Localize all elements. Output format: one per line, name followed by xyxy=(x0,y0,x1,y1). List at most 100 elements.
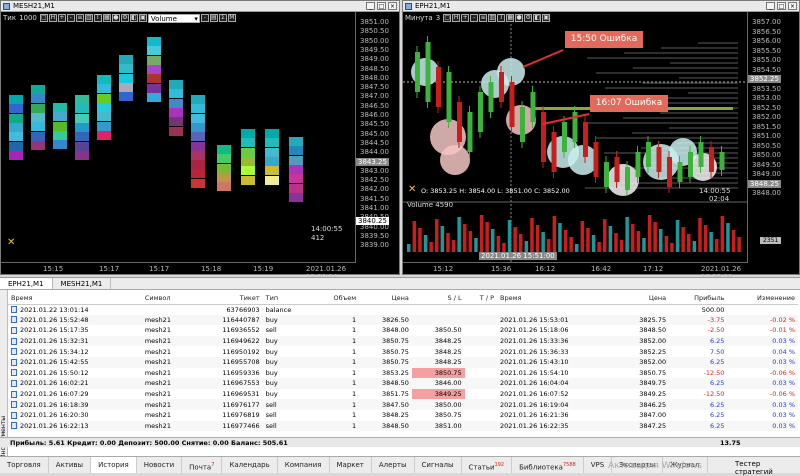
column-header[interactable]: Объем xyxy=(313,292,360,305)
column-header[interactable]: T / P xyxy=(464,292,497,305)
footprint-cell xyxy=(147,92,161,102)
column-header[interactable]: Тикет xyxy=(193,292,263,305)
footprint-cell xyxy=(191,95,205,104)
crosshair-icon[interactable]: ✕ xyxy=(408,184,416,195)
table-cell-type: buy xyxy=(265,347,278,356)
toolbox-tab[interactable]: Торговля xyxy=(0,457,49,473)
close-icon[interactable]: × xyxy=(788,2,797,10)
chart-tab[interactable]: EPH21,M1 xyxy=(0,278,53,289)
tf-value[interactable]: 1000 xyxy=(19,14,37,22)
toolbox-tab[interactable]: Статьи192 xyxy=(462,457,513,473)
volume-bar xyxy=(407,244,411,252)
table-row[interactable]: 2021.01.26 15:32:31 mesh21 116949622 buy 1 38… xyxy=(8,335,798,347)
column-header[interactable]: Время xyxy=(497,292,617,305)
toolbox-tab[interactable]: Компания xyxy=(278,457,330,473)
table-cell-profit: 7.50 xyxy=(709,347,725,356)
right-chart-titlebar[interactable]: EPH21,M1 _ □ × xyxy=(403,1,799,12)
mode-icon[interactable]: M xyxy=(227,14,236,22)
price-tick: 3845.50 xyxy=(360,120,389,129)
table-row[interactable]: 2021.01.26 15:42:55 mesh21 116955708 buy 1 38… xyxy=(8,356,798,368)
left-chart-window[interactable]: MESH21,M1 _ □ × Тик 1000 ▢ H + - ≡ ▥ T ▦ ● ⚙ ◧ ▣ Volu… xyxy=(0,0,400,281)
remove-icon[interactable]: - xyxy=(66,14,75,22)
toolbox-tab[interactable]: Новости xyxy=(137,457,183,473)
table-cell-change: 0.04 % xyxy=(772,347,795,356)
toolbox-tab[interactable]: Библиотека7588 xyxy=(512,457,584,473)
toolbox-tab[interactable]: Алерты xyxy=(372,457,415,473)
close-icon[interactable]: × xyxy=(388,2,397,10)
add-icon[interactable]: + xyxy=(57,14,66,22)
column-header[interactable]: Тип xyxy=(262,292,314,305)
column-header[interactable]: Изменение xyxy=(727,292,798,305)
toolbox-sidebar[interactable]: Инструменты xyxy=(0,290,8,459)
table-cell-sl: 3850.75 xyxy=(434,411,462,420)
table-cell-ctime: 2021.01.26 15:33:36 xyxy=(497,335,617,347)
ladder-icon[interactable]: ≡ xyxy=(75,14,84,22)
table-row[interactable]: 2021.01.26 16:20:30 mesh21 116976819 sell 1 3… xyxy=(8,410,798,421)
right-candle-plot[interactable] xyxy=(403,12,748,262)
right-chart-window[interactable]: EPH21,M1 _ □ × Минута 3 ▢ H + - ≡ ▥ T ▦ ● ⚙ ◧ ▣ 3857.… xyxy=(402,0,800,281)
text-icon[interactable]: T xyxy=(93,14,102,22)
sum-icon[interactable]: Σ xyxy=(218,14,227,22)
table-row[interactable]: 2021.01.26 15:50:12 mesh21 116959336 buy 1 38… xyxy=(8,367,798,379)
table-row[interactable]: 2021.01.22 13:01:14 63766903 balance 500.00 xyxy=(8,304,798,315)
cluster-icon[interactable]: ▦ xyxy=(102,14,111,22)
column-header[interactable]: Цена xyxy=(616,292,670,305)
column-header[interactable]: Символ xyxy=(141,292,194,305)
left-footprint-plot[interactable] xyxy=(1,25,356,261)
min-icon[interactable]: - xyxy=(200,14,209,22)
column-header[interactable]: Прибыль xyxy=(669,292,728,305)
h-icon[interactable]: H xyxy=(48,14,57,22)
minimize-icon[interactable]: _ xyxy=(366,2,375,10)
sel-icon[interactable]: ▤ xyxy=(209,14,218,22)
table-cell-sl: 3851.00 xyxy=(411,420,465,432)
table-row[interactable]: 2021.01.26 16:22:13 mesh21 116977466 sell 1 3… xyxy=(8,420,798,432)
toolbox-tab[interactable]: Почта7 xyxy=(182,457,223,473)
column-header[interactable]: S / L xyxy=(411,292,465,305)
left-chart-titlebar[interactable]: MESH21,M1 _ □ × xyxy=(1,1,399,12)
volume-bar xyxy=(507,220,512,252)
filter-icon[interactable]: ◧ xyxy=(129,14,138,22)
settings-icon[interactable]: ⚙ xyxy=(120,14,129,22)
table-cell-type: buy xyxy=(262,378,314,389)
chart-tab[interactable]: MESH21,M1 xyxy=(53,278,112,289)
toolbox-tab[interactable]: Активы xyxy=(49,457,92,473)
table-row[interactable]: 2021.01.26 15:52:48 mesh21 116440787 buy 1 38… xyxy=(8,314,798,326)
table-cell-price: 3847.50 xyxy=(359,399,412,410)
frame-icon[interactable]: ▣ xyxy=(138,14,147,22)
maximize-icon[interactable]: □ xyxy=(377,2,386,10)
table-row[interactable]: 2021.01.26 15:34:12 mesh21 116950192 buy 1 38… xyxy=(8,346,798,357)
table-row[interactable]: 2021.01.26 16:18:39 mesh21 116976177 sell 1 3… xyxy=(8,399,798,410)
table-row[interactable]: 2021.01.26 16:07:29 mesh21 116969531 buy 1 38… xyxy=(8,388,798,400)
table-cell-cprice: 3852.00 xyxy=(616,356,670,368)
table-cell-time: 2021.01.22 13:01:14 xyxy=(8,304,142,315)
toolbox-tab[interactable]: История xyxy=(91,457,137,473)
price-tick: 3839.50 xyxy=(360,231,389,240)
bars-icon[interactable]: ▥ xyxy=(84,14,93,22)
toolbox-tab-label: VPS xyxy=(590,461,605,469)
toolbox-tab[interactable]: Календарь xyxy=(222,457,278,473)
minimize-icon[interactable]: _ xyxy=(766,2,775,10)
indicator-select[interactable]: Volume xyxy=(147,13,200,23)
circle-icon[interactable]: ● xyxy=(111,14,120,22)
table-cell-price: 3851.75 xyxy=(381,390,409,399)
table-row[interactable]: 2021.01.26 15:17:35 mesh21 116936552 sell 1 3… xyxy=(8,325,798,336)
toolbox-tab[interactable]: Сигналы xyxy=(415,457,462,473)
volume-bar xyxy=(412,221,417,252)
table-cell-cprice: 3852.00 xyxy=(616,335,670,347)
volume-bar xyxy=(541,232,545,252)
price-tick: 3849.00 xyxy=(360,55,389,64)
price-tick: 3855.50 xyxy=(752,46,781,55)
column-header[interactable]: Цена xyxy=(359,292,412,305)
price-tick: 3851.50 xyxy=(752,122,781,131)
table-cell-volume: 1 xyxy=(352,390,357,399)
grid-icon[interactable]: ▢ xyxy=(39,14,48,22)
volume-bar xyxy=(603,219,607,252)
volume-bar xyxy=(502,243,506,252)
crosshair-icon[interactable]: ✕ xyxy=(7,237,15,248)
status-right[interactable]: Тестер стратегий xyxy=(735,460,800,476)
table-row[interactable]: 2021.01.26 16:02:21 mesh21 116967553 buy 1 38… xyxy=(8,378,798,389)
volume-bar xyxy=(636,231,641,252)
maximize-icon[interactable]: □ xyxy=(777,2,786,10)
toolbox-tab[interactable]: Маркет xyxy=(330,457,372,473)
column-header[interactable]: Время xyxy=(8,292,142,305)
